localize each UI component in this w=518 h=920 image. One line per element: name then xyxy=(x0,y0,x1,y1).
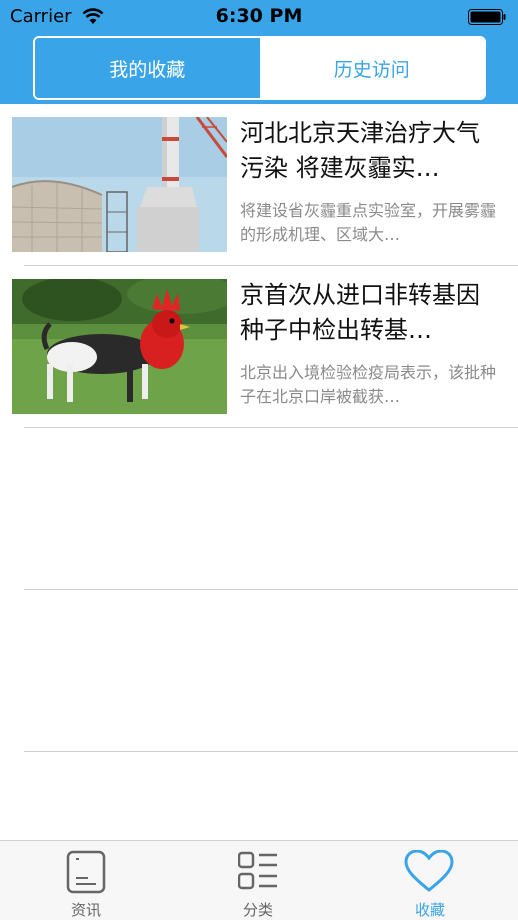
battery-icon xyxy=(468,9,506,25)
heart-icon xyxy=(404,850,454,892)
list-item[interactable]: 河北北京天津治疗大气污染 将建灰霾实… 将建设省灰霾重点实验室，开展雾霾的形成机… xyxy=(0,104,518,266)
tab-favorites-label: 收藏 xyxy=(414,901,445,919)
chimney-photo xyxy=(12,117,227,252)
segment-history[interactable]: 历史访问 xyxy=(259,38,484,98)
tab-favorites[interactable]: 收藏 xyxy=(344,841,516,920)
article-summary: 北京出入境检验检疫局表示，该批种子在北京口岸被截获… xyxy=(240,363,497,406)
empty-row xyxy=(0,590,518,752)
row-separator xyxy=(24,751,518,752)
tab-category-label: 分类 xyxy=(242,901,273,919)
tab-news-label: 资讯 xyxy=(70,901,101,919)
clock: 6:30 PM xyxy=(215,5,303,27)
segment-my-favorites[interactable]: 我的收藏 xyxy=(35,38,260,98)
empty-row xyxy=(0,428,518,590)
status-bar: Carrier 6:30 PM xyxy=(0,0,518,34)
tab-news[interactable]: 资讯 xyxy=(0,841,172,920)
category-icon xyxy=(238,851,277,890)
article-title: 河北北京天津治疗大气污染 将建灰霾实… xyxy=(240,119,480,182)
article-thumbnail xyxy=(12,279,227,414)
navigation-bar: Carrier 6:30 PM 我的收藏 历史访问 xyxy=(0,0,518,104)
article-thumbnail xyxy=(12,117,227,252)
article-summary: 将建设省灰霾重点实验室，开展雾霾的形成机理、区域大… xyxy=(240,201,497,244)
article-title: 京首次从进口非转基因种子中检出转基… xyxy=(240,281,480,344)
tab-category[interactable]: 分类 xyxy=(172,841,344,920)
news-icon xyxy=(66,850,106,894)
list-item[interactable]: 京首次从进口非转基因种子中检出转基… 北京出入境检验检疫局表示，该批种子在北京口… xyxy=(0,266,518,428)
rooster-dog-photo xyxy=(12,279,227,414)
tab-bar: 资讯 分类 收藏 xyxy=(0,840,518,920)
segmented-control: 我的收藏 历史访问 xyxy=(33,36,486,100)
